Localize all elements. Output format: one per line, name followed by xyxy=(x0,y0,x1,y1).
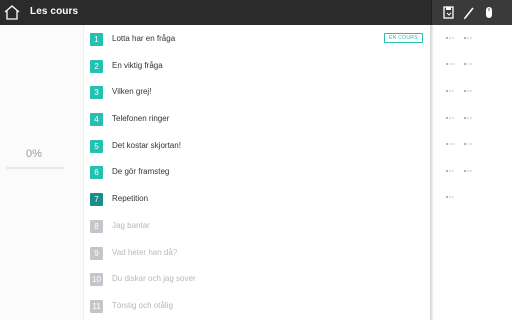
lesson-item[interactable]: 4 Telefonen ringer xyxy=(90,110,430,137)
top-bar: Les cours xyxy=(0,0,512,25)
progress-dot xyxy=(452,196,454,198)
lesson-list: 1 Lotta har en fråga EN COURS 2 En viktig fr… xyxy=(90,30,430,324)
mouse-icon[interactable] xyxy=(482,5,496,20)
save-icon[interactable] xyxy=(442,5,456,20)
lesson-number-badge: 4 xyxy=(90,113,103,127)
progress-dot xyxy=(464,117,466,119)
progress-dot xyxy=(449,117,451,119)
progress-percentage: 0% xyxy=(26,148,42,160)
progress-dot xyxy=(467,143,469,145)
progress-dot xyxy=(449,143,451,145)
progress-dot xyxy=(470,170,472,172)
lesson-number-badge: 6 xyxy=(90,166,103,180)
lesson-title: De gör framsteg xyxy=(112,167,170,177)
progress-dot xyxy=(446,90,448,92)
lesson-item[interactable]: 6 De gör framsteg xyxy=(90,163,430,190)
lesson-title: Vad heter han då? xyxy=(112,247,178,257)
progress-dot xyxy=(452,117,454,119)
progress-dot xyxy=(464,170,466,172)
progress-dot xyxy=(449,170,451,172)
lesson-title: Du diskar och jag sover xyxy=(112,274,196,284)
progress-dot xyxy=(446,196,448,198)
home-icon[interactable] xyxy=(3,4,21,21)
lesson-number-badge: 3 xyxy=(90,86,103,100)
progress-dot xyxy=(446,37,448,39)
lesson-progress-dots xyxy=(434,25,512,320)
lesson-title: Törstig och otålig xyxy=(112,300,173,310)
lesson-number-badge: 7 xyxy=(90,193,103,207)
lesson-item: 9 Vad heter han då? xyxy=(90,244,430,271)
progress-dot xyxy=(467,170,469,172)
progress-dot xyxy=(470,117,472,119)
page-title: Les cours xyxy=(30,6,79,17)
progress-dot xyxy=(470,143,472,145)
progress-dot xyxy=(452,90,454,92)
status-badge: EN COURS xyxy=(384,33,423,43)
progress-dot xyxy=(449,37,451,39)
lesson-item[interactable]: 1 Lotta har en fråga EN COURS xyxy=(90,30,430,57)
lesson-item[interactable]: 7 Repetition xyxy=(90,190,430,217)
lesson-title: Det kostar skjortan! xyxy=(112,140,181,150)
progress-dot xyxy=(446,117,448,119)
progress-dot xyxy=(446,170,448,172)
progress-dot xyxy=(467,117,469,119)
progress-dot xyxy=(449,90,451,92)
progress-dot xyxy=(464,37,466,39)
pencil-icon[interactable] xyxy=(462,5,476,20)
lesson-title: Vilken grej! xyxy=(112,87,152,97)
lesson-number-badge: 1 xyxy=(90,33,103,46)
toolbar xyxy=(431,0,512,25)
lesson-item: 10 Du diskar och jag sover xyxy=(90,270,430,297)
progress-dot xyxy=(470,63,472,65)
lesson-title: Jag bantar xyxy=(112,220,150,230)
lesson-number-badge: 5 xyxy=(90,139,103,153)
progress-dot xyxy=(470,90,472,92)
progress-dot xyxy=(470,37,472,39)
lesson-title: En viktig fråga xyxy=(112,60,163,70)
lesson-item[interactable]: 3 Vilken grej! xyxy=(90,83,430,110)
progress-bar xyxy=(6,167,64,169)
lesson-title: Lotta har en fråga xyxy=(112,34,176,43)
progress-dot xyxy=(449,63,451,65)
progress-dot xyxy=(446,143,448,145)
progress-dot xyxy=(449,196,451,198)
lesson-item[interactable]: 2 En viktig fråga xyxy=(90,57,430,84)
progress-dot xyxy=(467,37,469,39)
progress-dot xyxy=(452,170,454,172)
progress-dot xyxy=(464,90,466,92)
lesson-title: Repetition xyxy=(112,194,149,204)
lesson-title: Telefonen ringer xyxy=(112,114,170,124)
lesson-number-badge: 10 xyxy=(90,273,103,287)
progress-dot xyxy=(464,63,466,65)
progress-dot xyxy=(467,90,469,92)
lesson-number-badge: 9 xyxy=(90,246,103,260)
progress-dot xyxy=(452,63,454,65)
progress-dot xyxy=(452,143,454,145)
progress-dot xyxy=(467,63,469,65)
progress-dot xyxy=(446,63,448,65)
lesson-item: 8 Jag bantar xyxy=(90,217,430,244)
lesson-number-badge: 8 xyxy=(90,219,103,233)
lesson-number-badge: 2 xyxy=(90,59,103,73)
lesson-number-badge: 11 xyxy=(90,299,103,313)
progress-dot xyxy=(452,37,454,39)
lesson-item[interactable]: 5 Det kostar skjortan! xyxy=(90,137,430,164)
progress-panel: 0% xyxy=(0,25,84,320)
progress-dot xyxy=(464,143,466,145)
